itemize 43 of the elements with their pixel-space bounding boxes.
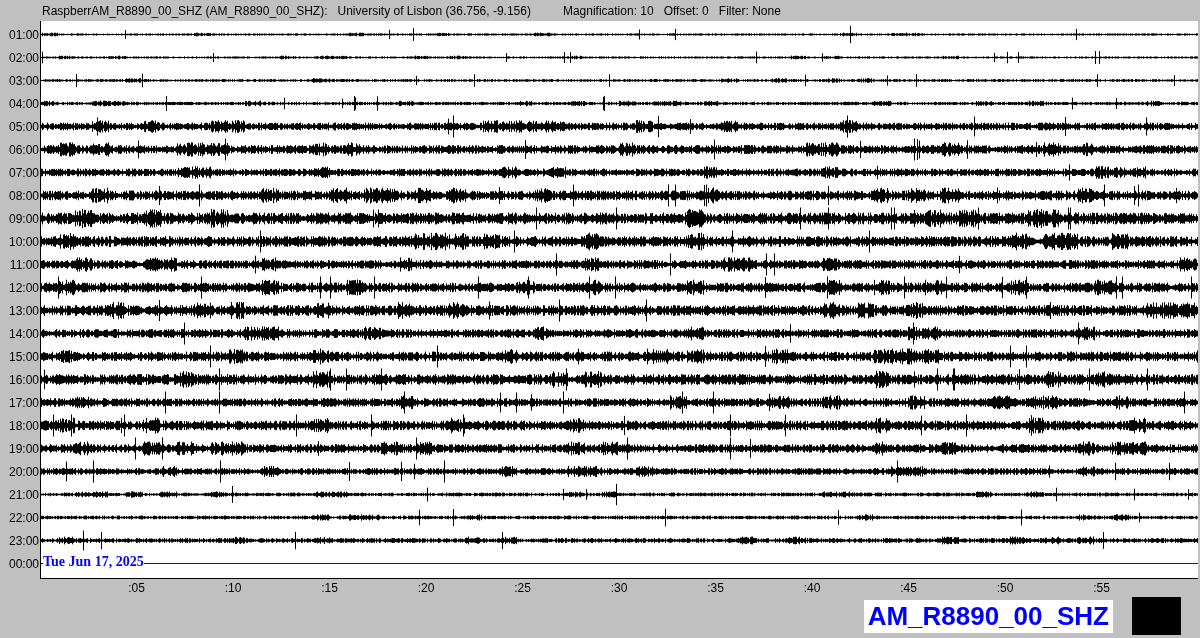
time-tick-label: :45 xyxy=(900,582,917,594)
hour-label: 10:00 xyxy=(8,235,39,248)
hour-label: 04:00 xyxy=(8,97,39,110)
hour-label: 07:00 xyxy=(8,166,39,179)
station-label: AM_R8890_00_SHZ xyxy=(863,599,1113,633)
hour-label: 18:00 xyxy=(8,419,39,432)
hour-label: 19:00 xyxy=(8,442,39,455)
hour-label: 17:00 xyxy=(8,396,39,409)
hour-label: 15:00 xyxy=(8,350,39,363)
hour-label: 03:00 xyxy=(8,74,39,87)
hour-label: 06:00 xyxy=(8,143,39,156)
offset-text: Offset: 0 xyxy=(663,2,709,20)
hour-label: 12:00 xyxy=(8,281,39,294)
magnification-text: Magnification: 10 xyxy=(562,2,654,20)
hour-label: 02:00 xyxy=(8,51,39,64)
date-label: Tue Jun 17, 2025 xyxy=(43,555,144,569)
color-swatch xyxy=(1132,597,1181,635)
time-tick-label: :25 xyxy=(514,582,531,594)
time-tick-label: :30 xyxy=(610,582,628,594)
time-tick-label: :15 xyxy=(321,582,338,594)
hour-label: 05:00 xyxy=(8,120,39,133)
hour-label: 16:00 xyxy=(8,373,39,386)
hour-label: 00:00 xyxy=(8,557,39,570)
hour-label: 13:00 xyxy=(8,304,39,317)
station-title: RaspberrAM_R8890_00_SHZ (AM_R8890_00_SHZ): xyxy=(42,2,328,20)
hour-label: 01:00 xyxy=(8,28,39,41)
time-tick-label: :55 xyxy=(1093,582,1110,594)
filter-text: Filter: None xyxy=(718,2,781,20)
location-text: University of Lisbon (36.756, -9.156) xyxy=(337,2,531,20)
time-tick-label: :05 xyxy=(128,582,145,594)
time-tick-label: :10 xyxy=(224,582,242,594)
time-tick-label: :50 xyxy=(996,582,1014,594)
time-tick-label: :20 xyxy=(417,582,435,594)
hour-label: 08:00 xyxy=(8,189,39,202)
hour-label: 09:00 xyxy=(8,212,39,225)
hour-label: 20:00 xyxy=(8,465,39,478)
time-tick-label: :35 xyxy=(707,582,724,594)
hour-label: 22:00 xyxy=(8,511,39,524)
hour-label: 11:00 xyxy=(9,258,39,271)
hour-label: 23:00 xyxy=(8,534,39,547)
time-tick-label: :40 xyxy=(803,582,821,594)
hour-label: 14:00 xyxy=(8,327,39,340)
hour-label: 21:00 xyxy=(8,488,39,501)
